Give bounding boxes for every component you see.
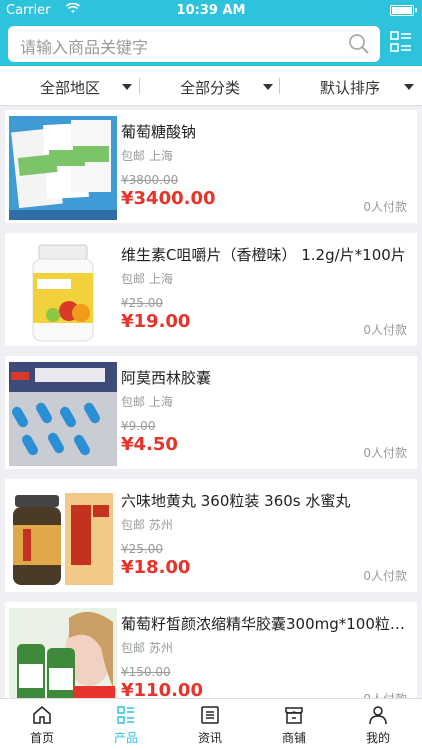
chevron-down-icon [122, 84, 132, 90]
product-card[interactable]: 葡萄籽皙颜浓缩精华胶囊300mg*100粒美白 包邮 苏州 ¥150.00 ¥1… [5, 602, 417, 698]
chevron-down-icon [263, 84, 273, 90]
tab-mine-label: 我的 [365, 731, 390, 745]
product-card[interactable]: 葡萄糖酸钠 包邮 上海 ¥3800.00 ¥3400.00 0人付款 [5, 110, 417, 223]
product-image-vitamin-c[interactable] [9, 239, 117, 343]
grid-menu-icon[interactable] [390, 30, 412, 54]
product-image-grape-seed[interactable] [9, 608, 117, 698]
battery-icon [390, 5, 417, 16]
top-bar: Carrier 10:39 AM 请输入商品关键字 [0, 0, 422, 66]
product-title[interactable]: 六味地黄丸 360粒装 360s 水蜜丸 [121, 490, 409, 511]
search-input[interactable]: 请输入商品关键字 [8, 26, 380, 62]
tab-shop[interactable]: 商铺 [252, 699, 336, 750]
filter-bar: 全部地区 全部分类 默认排序 [0, 66, 422, 106]
chevron-down-icon [404, 84, 414, 90]
product-image-amoxicillin[interactable] [9, 362, 117, 466]
product-shipping: 包邮 上海 [121, 395, 173, 409]
search-icon[interactable] [348, 33, 370, 55]
product-card[interactable]: 阿莫西林胶囊 包邮 上海 ¥9.00 ¥4.50 0人付款 [5, 356, 417, 469]
product-price: ¥19.00 [121, 311, 191, 332]
filter-sort[interactable]: 默认排序 [280, 66, 420, 106]
filter-sort-label: 默认排序 [320, 79, 381, 97]
tab-news[interactable]: 资讯 [168, 699, 252, 750]
search-placeholder: 请输入商品关键字 [20, 38, 149, 57]
product-old-price: ¥25.00 [121, 542, 163, 556]
tab-shop-label: 商铺 [281, 731, 306, 745]
product-title[interactable]: 葡萄籽皙颜浓缩精华胶囊300mg*100粒美白 [121, 613, 409, 634]
product-shipping: 包邮 苏州 [121, 641, 173, 655]
product-price: ¥4.50 [121, 434, 178, 455]
shop-icon [285, 707, 303, 724]
clock: 10:39 AM [176, 3, 246, 18]
user-icon [369, 706, 387, 725]
product-sales: 0人付款 [363, 690, 407, 698]
product-title[interactable]: 葡萄糖酸钠 [121, 121, 409, 142]
product-image-sodium-gluconate[interactable] [9, 116, 117, 220]
home-icon [33, 706, 51, 724]
product-card[interactable]: 维生素C咀嚼片（香橙味） 1.2g/片*100片 包邮 上海 ¥25.00 ¥1… [5, 233, 417, 346]
product-list[interactable]: 葡萄糖酸钠 包邮 上海 ¥3800.00 ¥3400.00 0人付款 维生素C咀… [0, 107, 422, 698]
product-old-price: ¥9.00 [121, 419, 156, 433]
filter-region[interactable]: 全部地区 [0, 66, 140, 106]
product-card[interactable]: 六味地黄丸 360粒装 360s 水蜜丸 包邮 苏州 ¥25.00 ¥18.00… [5, 479, 417, 592]
product-title[interactable]: 阿莫西林胶囊 [121, 367, 409, 388]
product-shipping: 包邮 上海 [121, 149, 173, 163]
tab-home-label: 首页 [29, 731, 54, 745]
tab-news-label: 资讯 [197, 731, 222, 745]
product-old-price: ¥3800.00 [121, 173, 179, 187]
tab-mine[interactable]: 我的 [336, 699, 420, 750]
status-bar: Carrier 10:39 AM [0, 0, 422, 22]
product-sales: 0人付款 [363, 446, 407, 460]
product-shipping: 包邮 苏州 [121, 518, 173, 532]
bottom-tab-bar: 首页 产品 资讯 商铺 我的 [0, 698, 422, 750]
product-price: ¥18.00 [121, 557, 191, 578]
product-sales: 0人付款 [363, 569, 407, 583]
product-old-price: ¥25.00 [121, 296, 163, 310]
filter-region-label: 全部地区 [40, 79, 101, 97]
product-old-price: ¥150.00 [121, 665, 171, 679]
filter-category[interactable]: 全部分类 [140, 66, 280, 106]
tab-products[interactable]: 产品 [84, 699, 168, 750]
products-icon [117, 706, 134, 724]
product-image-liuwei-dihuang[interactable] [9, 485, 117, 589]
tab-home[interactable]: 首页 [0, 699, 84, 750]
product-sales: 0人付款 [363, 323, 407, 337]
product-price: ¥110.00 [121, 680, 203, 698]
product-sales: 0人付款 [363, 200, 407, 214]
product-price: ¥3400.00 [121, 188, 216, 209]
product-title[interactable]: 维生素C咀嚼片（香橙味） 1.2g/片*100片 [121, 244, 409, 265]
tab-products-label: 产品 [113, 731, 138, 745]
product-shipping: 包邮 上海 [121, 272, 173, 286]
news-icon [201, 706, 219, 724]
filter-category-label: 全部分类 [180, 79, 241, 97]
